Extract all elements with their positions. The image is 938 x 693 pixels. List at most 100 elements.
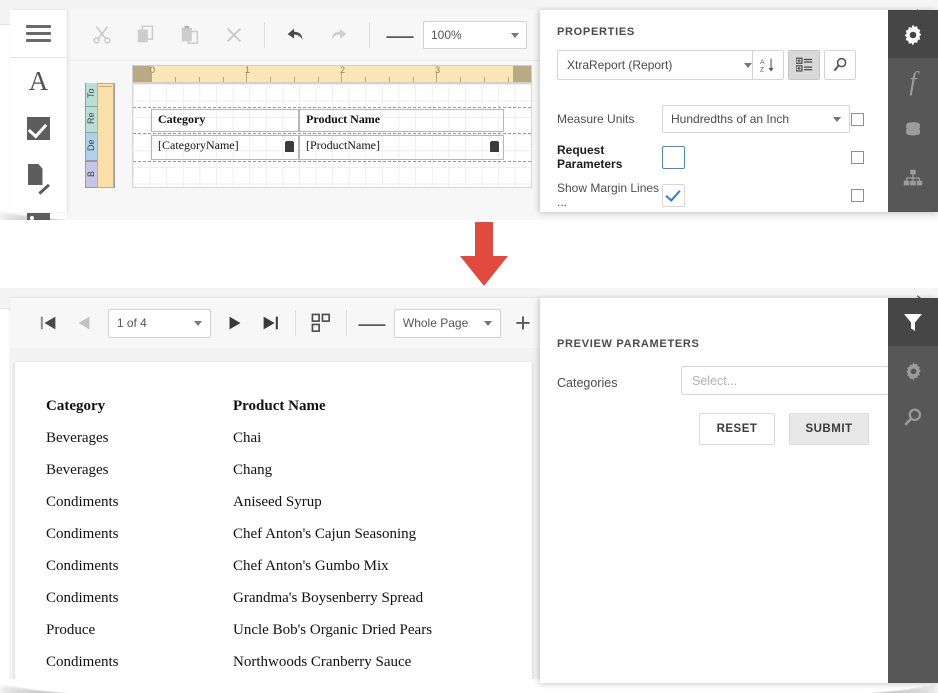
- cell-category: Condiments: [46, 654, 233, 671]
- measure-units-value: Hundredths of an Inch: [671, 112, 789, 126]
- tab-search[interactable]: [888, 394, 938, 442]
- categories-select-input[interactable]: Select...: [681, 366, 889, 395]
- last-page-button[interactable]: [253, 303, 287, 343]
- undo-button[interactable]: [274, 15, 316, 55]
- column-header-product-name: Product Name: [233, 398, 326, 415]
- parameters-title: PREVIEW PARAMETERS: [557, 338, 700, 350]
- minus-icon: —: [387, 25, 414, 45]
- properties-rows: Measure Units Hundredths of an Inch Requ…: [540, 100, 888, 212]
- paste-button[interactable]: [169, 15, 211, 55]
- cell-product: Grandma's Boysenberry Spread: [233, 590, 423, 607]
- cell-category: Condiments: [46, 590, 233, 607]
- redo-button[interactable]: [318, 15, 360, 55]
- cut-button[interactable]: [81, 15, 123, 55]
- plus-icon: +: [515, 313, 531, 333]
- parameters-body: PREVIEW PARAMETERS Categories Select... …: [540, 298, 888, 683]
- toolbox-item-check-box[interactable]: [10, 105, 67, 152]
- preview-zoom-select[interactable]: Whole Page: [394, 309, 501, 338]
- preview-zoom-out-button[interactable]: —: [355, 303, 389, 343]
- property-row-measure-units: Measure Units Hundredths of an Inch: [540, 100, 888, 138]
- property-object-select[interactable]: XtraReport (Report): [557, 50, 762, 80]
- tab-properties[interactable]: [888, 10, 938, 58]
- toolbox-item-rich-text[interactable]: [10, 152, 67, 199]
- tab-parameters[interactable]: [888, 298, 938, 346]
- previous-page-button[interactable]: [67, 303, 101, 343]
- horizontal-ruler: 0 1 2 3: [132, 65, 532, 83]
- scissors-icon: [91, 24, 113, 46]
- database-icon: [902, 119, 924, 141]
- toolbox-item-picture-box[interactable]: [10, 199, 67, 220]
- hamburger-icon: [26, 21, 51, 46]
- search-icon: [832, 57, 848, 73]
- measure-units-select[interactable]: Hundredths of an Inch: [662, 105, 850, 133]
- column-header-category: Category: [46, 398, 233, 415]
- property-reset-checkbox[interactable]: [851, 189, 864, 202]
- tab-expressions[interactable]: f: [888, 58, 938, 106]
- reset-button[interactable]: RESET: [699, 413, 775, 445]
- preview-toolbar-divider: [295, 310, 296, 336]
- table-row: Beverages Chang: [46, 454, 522, 486]
- preview-tab-strip: [888, 298, 938, 683]
- search-icon: [902, 407, 924, 429]
- show-margin-lines-checkbox[interactable]: [662, 184, 685, 207]
- cell-product: Chef Anton's Gumbo Mix: [233, 558, 389, 575]
- field-binding-icon: [490, 141, 499, 152]
- designer-zoom-select[interactable]: 100%: [423, 21, 527, 49]
- request-parameters-checkbox[interactable]: [662, 146, 685, 169]
- report-canvas[interactable]: Category Product Name [CategoryName] [Pr…: [132, 83, 532, 188]
- main-menu-button[interactable]: [10, 10, 67, 57]
- delete-button[interactable]: [213, 15, 255, 55]
- toolbox-item-label[interactable]: A: [10, 58, 67, 105]
- undo-arrow-icon: [284, 24, 306, 46]
- multipage-view-button[interactable]: [304, 303, 338, 343]
- cell-product: Uncle Bob's Organic Dried Pears: [233, 622, 432, 639]
- table-row: Condiments Aniseed Syrup: [46, 486, 522, 518]
- document-viewport[interactable]: Category Product Name Beverages Chai Bev…: [10, 348, 540, 683]
- redo-arrow-icon: [328, 24, 350, 46]
- detail-cell-productname[interactable]: [ProductName]: [299, 135, 504, 160]
- toolbar-divider-2: [369, 22, 370, 48]
- sort-alphabetical-button[interactable]: A Z: [752, 50, 784, 80]
- properties-header: PROPERTIES XtraReport (Report) A Z: [540, 10, 888, 101]
- group-by-category-button[interactable]: [788, 50, 820, 80]
- table-row: Beverages Chai: [46, 422, 522, 454]
- ruler-right-margin: [513, 66, 531, 82]
- table-header-row: Category Product Name: [46, 390, 522, 422]
- tab-field-list[interactable]: [888, 106, 938, 154]
- property-row-show-margin-lines: Show Margin Lines ...: [540, 176, 888, 214]
- cell-product: Chai: [233, 430, 261, 447]
- ruler-left-margin: [133, 66, 151, 82]
- checkbox-icon: [27, 117, 50, 140]
- parameter-label-categories: Categories: [557, 376, 617, 390]
- page-number-select[interactable]: 1 of 4: [108, 309, 212, 338]
- property-search-button[interactable]: [824, 50, 856, 80]
- first-page-button[interactable]: [32, 303, 66, 343]
- tab-report-explorer[interactable]: [888, 154, 938, 202]
- chevron-down-icon: [194, 321, 202, 326]
- sort-az-icon: A Z: [760, 57, 777, 74]
- preview-toolbar-divider-2: [346, 310, 347, 336]
- next-page-button[interactable]: [218, 303, 252, 343]
- cell-category: Produce: [46, 622, 233, 639]
- cell-category: Beverages: [46, 462, 233, 479]
- property-reset-checkbox[interactable]: [851, 113, 864, 126]
- copy-button[interactable]: [125, 15, 167, 55]
- tab-export-options[interactable]: [888, 346, 938, 394]
- report-header-cell-product[interactable]: Product Name: [299, 109, 504, 132]
- submit-button[interactable]: SUBMIT: [789, 413, 869, 445]
- detail-cell-categoryname[interactable]: [CategoryName]: [151, 135, 299, 160]
- group-icon: [796, 57, 813, 73]
- preview-zoom-in-button[interactable]: +: [506, 303, 540, 343]
- property-reset-checkbox[interactable]: [851, 151, 864, 164]
- property-label: Request Parameters: [557, 143, 662, 171]
- cell-category: Beverages: [46, 430, 233, 447]
- chevron-down-icon: [744, 63, 752, 68]
- app-root: › A: [0, 0, 938, 693]
- report-header-cell-category[interactable]: Category: [151, 109, 299, 132]
- first-page-icon: [39, 314, 59, 332]
- previous-page-icon: [74, 314, 94, 332]
- function-f-icon: f: [909, 67, 916, 97]
- cell-product: Northwoods Cranberry Sauce: [233, 654, 411, 671]
- zoom-out-button[interactable]: —: [379, 15, 421, 55]
- cell-product: Chang: [233, 462, 272, 479]
